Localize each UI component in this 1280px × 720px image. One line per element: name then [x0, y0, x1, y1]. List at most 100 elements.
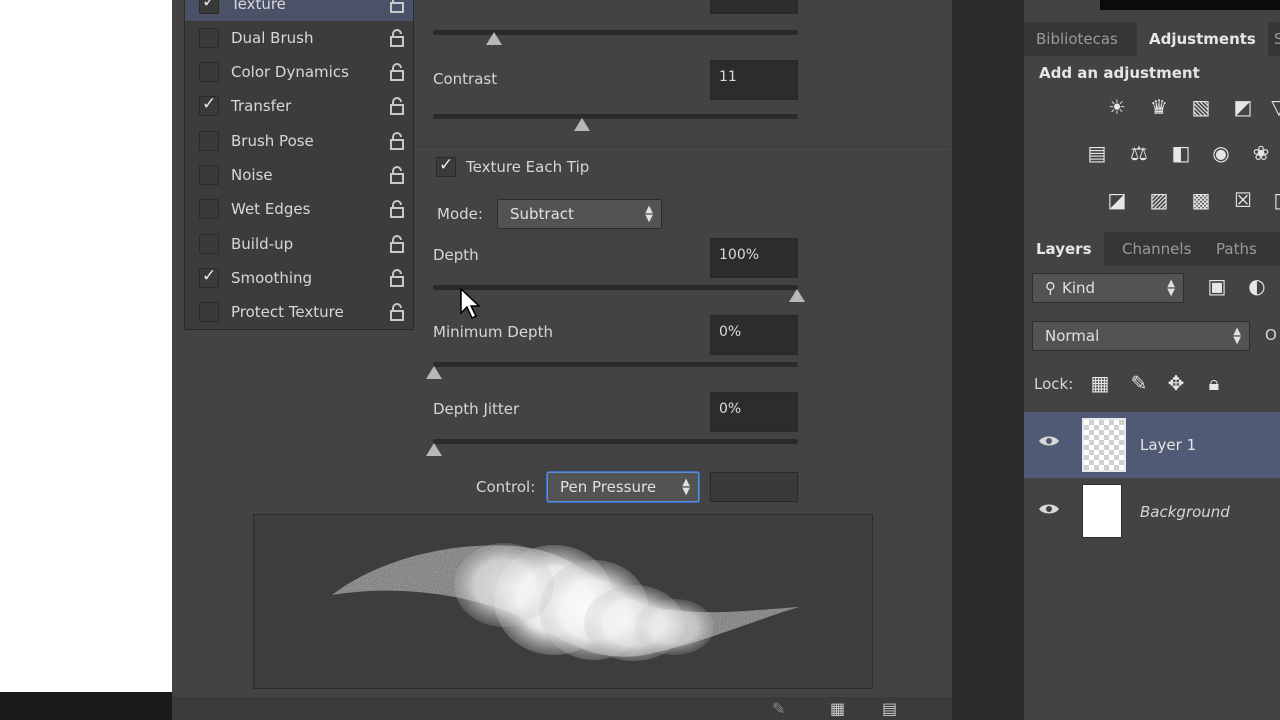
- contrast-slider-track[interactable]: [433, 114, 798, 119]
- brightness-slider-thumb[interactable]: [486, 32, 502, 45]
- tab-adjustments[interactable]: Adjustments: [1137, 22, 1268, 56]
- hue-saturation-icon[interactable]: ▤: [1082, 140, 1112, 166]
- depth-jitter-slider-thumb[interactable]: [426, 443, 442, 456]
- selective-color-icon[interactable]: ▯: [1264, 187, 1280, 213]
- brush-setting-label: Noise: [231, 166, 273, 184]
- new-preset-icon[interactable]: ▤: [882, 699, 897, 718]
- tab-layers[interactable]: Layers: [1024, 232, 1104, 266]
- lock-icon[interactable]: [389, 200, 405, 218]
- brush-setting-dual-brush[interactable]: Dual Brush: [185, 21, 413, 55]
- brush-setting-texture[interactable]: Texture: [185, 0, 413, 21]
- texture-checkbox[interactable]: [199, 0, 219, 14]
- minimum-depth-field[interactable]: 0%: [710, 315, 798, 355]
- exposure-icon[interactable]: ◩: [1228, 94, 1258, 120]
- levels-icon[interactable]: ♛: [1144, 94, 1174, 120]
- lock-position-icon[interactable]: ✥: [1161, 370, 1191, 396]
- document-canvas[interactable]: [0, 0, 172, 692]
- depth-slider-thumb[interactable]: [789, 289, 805, 302]
- minimum-depth-slider-thumb[interactable]: [426, 366, 442, 379]
- visibility-eye-icon[interactable]: [1038, 434, 1060, 448]
- threshold-icon[interactable]: ▩: [1186, 187, 1216, 213]
- smoothing-checkbox[interactable]: [199, 266, 219, 288]
- toggle-bristle-preview-icon[interactable]: ✎: [772, 699, 785, 718]
- layer-filter-select[interactable]: ⚲ Kind ▲ ▼: [1032, 273, 1184, 303]
- color-balance-icon[interactable]: ⚖: [1124, 140, 1154, 166]
- noise-checkbox[interactable]: [199, 165, 219, 185]
- minimum-depth-label: Minimum Depth: [433, 323, 553, 341]
- brush-setting-brush-pose[interactable]: Brush Pose: [185, 124, 413, 158]
- build-up-checkbox[interactable]: [199, 234, 219, 254]
- brush-setting-label: Protect Texture: [231, 303, 344, 321]
- texture-each-tip-checkbox[interactable]: [436, 155, 456, 177]
- lock-image-pixels-icon[interactable]: ✎: [1124, 370, 1154, 396]
- depth-jitter-slider-track[interactable]: [433, 439, 798, 444]
- brush-pose-checkbox[interactable]: [199, 131, 219, 151]
- lock-icon[interactable]: [389, 0, 405, 13]
- lock-icon[interactable]: [389, 303, 405, 321]
- contrast-field[interactable]: 11: [710, 60, 798, 100]
- depth-field[interactable]: 100%: [710, 238, 798, 278]
- lock-transparent-pixels-icon[interactable]: ▦: [1085, 370, 1115, 396]
- brush-setting-color-dynamics[interactable]: Color Dynamics: [185, 55, 413, 89]
- brush-settings-list: Texture Dual Brush Color Dynamics Transf…: [184, 0, 414, 330]
- brush-setting-label: Smoothing: [231, 269, 313, 287]
- brush-setting-wet-edges[interactable]: Wet Edges: [185, 192, 413, 226]
- lock-all-icon[interactable]: 🔒︎: [1199, 370, 1229, 396]
- lock-icon[interactable]: [389, 235, 405, 253]
- mode-label: Mode:: [437, 205, 483, 223]
- mode-select[interactable]: Subtract ▲ ▼: [497, 199, 662, 229]
- invert-icon[interactable]: ◪: [1102, 187, 1132, 213]
- layer-row-background[interactable]: Background: [1024, 480, 1280, 546]
- layer-name: Background: [1140, 503, 1230, 521]
- brightness-contrast-icon[interactable]: ☀: [1102, 94, 1132, 120]
- black-white-icon[interactable]: ◧: [1166, 140, 1196, 166]
- adjustments-tabbar: Bibliotecas Adjustments S: [1024, 22, 1280, 56]
- dual-brush-checkbox[interactable]: [199, 28, 219, 48]
- lock-icon[interactable]: [389, 269, 405, 287]
- grid-icon[interactable]: ▦: [830, 699, 845, 718]
- photo-filter-icon[interactable]: ◉: [1206, 140, 1236, 166]
- tab-paths[interactable]: Paths: [1204, 232, 1269, 266]
- wet-edges-checkbox[interactable]: [199, 199, 219, 219]
- brush-panel-footer: ✎ ▦ ▤: [172, 697, 952, 720]
- tab-channels[interactable]: Channels: [1110, 232, 1203, 266]
- layers-tabbar: Layers Channels Paths: [1024, 232, 1280, 266]
- protect-texture-checkbox[interactable]: [199, 302, 219, 322]
- brightness-field[interactable]: [710, 0, 798, 14]
- gradient-map-icon[interactable]: ☒: [1228, 187, 1258, 213]
- lock-icon[interactable]: [389, 97, 405, 115]
- filter-adjustment-layer-icon[interactable]: ◐: [1242, 273, 1272, 299]
- lock-icon[interactable]: [389, 63, 405, 81]
- brush-setting-noise[interactable]: Noise: [185, 158, 413, 192]
- layer-row-layer-1[interactable]: Layer 1: [1024, 412, 1280, 478]
- lock-icon[interactable]: [389, 29, 405, 47]
- control-select[interactable]: Pen Pressure ▲ ▼: [547, 472, 699, 502]
- blend-mode-select[interactable]: Normal ▲ ▼: [1032, 321, 1250, 351]
- brush-setting-label: Color Dynamics: [231, 63, 349, 81]
- contrast-slider-thumb[interactable]: [574, 118, 590, 131]
- depth-jitter-label: Depth Jitter: [433, 400, 520, 418]
- vibrance-icon[interactable]: ▽: [1264, 94, 1280, 120]
- brush-setting-label: Brush Pose: [231, 132, 314, 150]
- posterize-icon[interactable]: ▨: [1144, 187, 1174, 213]
- tab-styles[interactable]: S: [1262, 22, 1280, 56]
- transfer-checkbox[interactable]: [199, 94, 219, 116]
- color-dynamics-checkbox[interactable]: [199, 62, 219, 82]
- mode-select-value: Subtract: [510, 205, 574, 223]
- tab-bibliotecas[interactable]: Bibliotecas: [1024, 22, 1130, 56]
- depth-slider-track[interactable]: [433, 285, 798, 290]
- layer-name: Layer 1: [1140, 436, 1197, 454]
- minimum-depth-slider-track[interactable]: [433, 362, 798, 367]
- channel-mixer-icon[interactable]: ❀: [1246, 140, 1276, 166]
- brush-setting-build-up[interactable]: Build-up: [185, 227, 413, 261]
- lock-icon[interactable]: [389, 166, 405, 184]
- filter-pixel-layer-icon[interactable]: ▣: [1202, 273, 1232, 299]
- brush-setting-protect-texture[interactable]: Protect Texture: [185, 295, 413, 329]
- curves-icon[interactable]: ▧: [1186, 94, 1216, 120]
- brush-setting-label: Transfer: [231, 97, 292, 115]
- brush-setting-smoothing[interactable]: Smoothing: [185, 261, 413, 295]
- depth-jitter-field[interactable]: 0%: [710, 392, 798, 432]
- brush-setting-transfer[interactable]: Transfer: [185, 89, 413, 123]
- lock-icon[interactable]: [389, 132, 405, 150]
- visibility-eye-icon[interactable]: [1038, 502, 1060, 516]
